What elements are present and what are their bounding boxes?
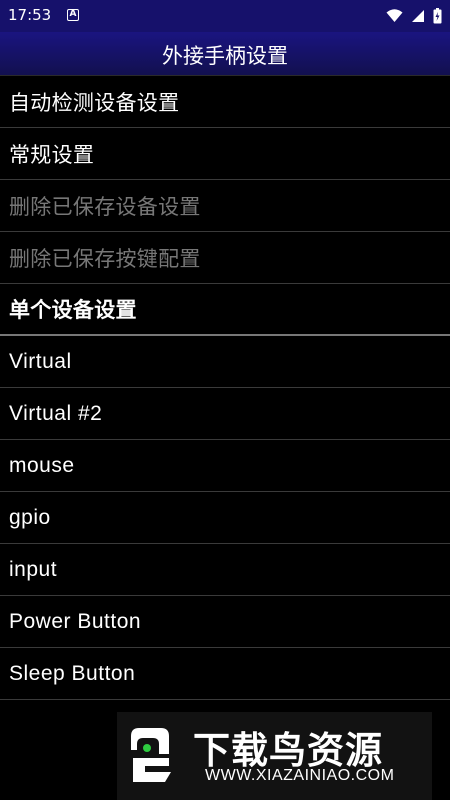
page-title: 外接手柄设置 bbox=[162, 44, 288, 68]
delete-saved-device-settings-item: 删除已保存设备设置 bbox=[0, 180, 450, 232]
battery-icon bbox=[433, 8, 442, 24]
device-item-mouse[interactable]: mouse bbox=[0, 440, 450, 492]
status-time: 17:53 bbox=[8, 6, 52, 24]
status-icons bbox=[386, 7, 442, 25]
status-bar: 17:53 A bbox=[0, 0, 450, 32]
device-item-gpio[interactable]: gpio bbox=[0, 492, 450, 544]
delete-saved-key-config-item: 删除已保存按键配置 bbox=[0, 232, 450, 284]
device-item-virtual-2[interactable]: Virtual #2 bbox=[0, 388, 450, 440]
bird-logo-icon bbox=[131, 728, 171, 782]
notification-icon: A bbox=[67, 9, 79, 21]
device-item-input[interactable]: input bbox=[0, 544, 450, 596]
wifi-icon bbox=[386, 9, 403, 22]
device-item-power-button[interactable]: Power Button bbox=[0, 596, 450, 648]
auto-detect-settings-item[interactable]: 自动检测设备设置 bbox=[0, 76, 450, 128]
watermark: 下载鸟资源 WWW.XIAZAINIAO.COM bbox=[117, 712, 432, 800]
device-item-virtual[interactable]: Virtual bbox=[0, 336, 450, 388]
signal-icon bbox=[412, 10, 424, 22]
device-item-sleep-button[interactable]: Sleep Button bbox=[0, 648, 450, 700]
title-bar: 外接手柄设置 bbox=[0, 32, 450, 76]
watermark-title: 下载鸟资源 bbox=[193, 729, 383, 772]
watermark-url: WWW.XIAZAINIAO.COM bbox=[205, 767, 395, 784]
single-device-settings-header: 单个设备设置 bbox=[0, 284, 450, 336]
general-settings-item[interactable]: 常规设置 bbox=[0, 128, 450, 180]
settings-list: 自动检测设备设置 常规设置 删除已保存设备设置 删除已保存按键配置 单个设备设置… bbox=[0, 76, 450, 700]
